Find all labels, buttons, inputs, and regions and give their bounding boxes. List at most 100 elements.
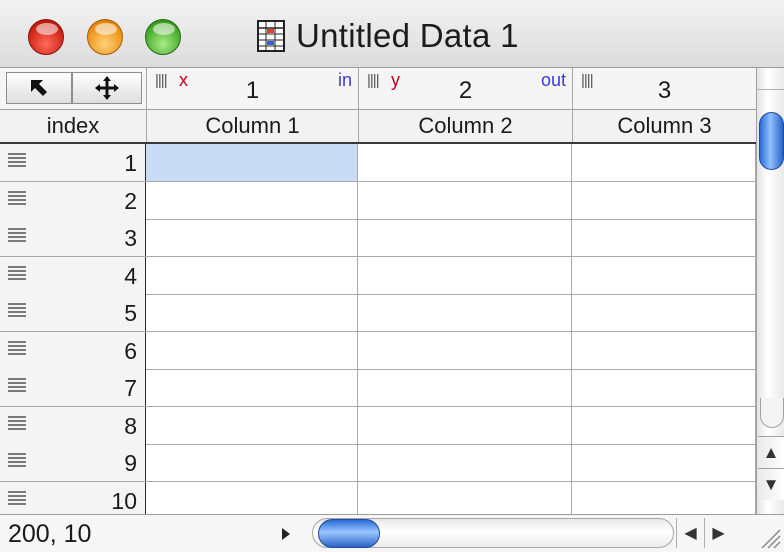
- data-cell[interactable]: [572, 481, 756, 514]
- window-title-group: Untitled Data 1: [256, 16, 519, 56]
- data-cell[interactable]: [572, 219, 756, 256]
- move-arrows-icon: [95, 76, 119, 100]
- row-index-cell[interactable]: 2: [0, 181, 146, 219]
- data-cell[interactable]: [572, 181, 756, 219]
- close-button[interactable]: [28, 19, 64, 55]
- data-cell[interactable]: [358, 256, 572, 294]
- row-index-number: 8: [124, 412, 137, 439]
- data-cell[interactable]: [146, 481, 358, 514]
- data-cell[interactable]: [572, 406, 756, 444]
- coordinates-menu-arrow-icon[interactable]: [282, 528, 290, 540]
- column-1-title[interactable]: Column 1: [146, 110, 358, 142]
- data-cell[interactable]: [146, 294, 358, 331]
- scroll-up-arrow-icon[interactable]: ▲: [758, 436, 784, 468]
- column-3-title[interactable]: Column 3: [572, 110, 756, 142]
- row-index-number: 2: [124, 187, 137, 214]
- cursor-coordinates: 200, 10: [8, 520, 92, 548]
- move-tool-button[interactable]: [72, 72, 142, 104]
- select-tool-button[interactable]: [6, 72, 72, 104]
- vertical-scroll-thumb[interactable]: [759, 112, 784, 170]
- table-row: 4: [0, 256, 756, 295]
- data-cell[interactable]: [146, 256, 358, 294]
- data-cell[interactable]: [572, 256, 756, 294]
- data-cell[interactable]: [572, 369, 756, 406]
- column-1-number-header[interactable]: |||| x 1 in: [146, 68, 358, 110]
- row-index-cell[interactable]: 7: [0, 369, 146, 406]
- data-cell[interactable]: [358, 219, 572, 256]
- column-3-number-header[interactable]: |||| 3: [572, 68, 756, 110]
- row-index-number: 10: [111, 487, 137, 514]
- row-index-cell[interactable]: 4: [0, 256, 146, 294]
- row-index-cell[interactable]: 10: [0, 481, 146, 514]
- row-index-number: 7: [124, 375, 137, 401]
- selected-data-cell[interactable]: [146, 144, 358, 181]
- table-row: 9: [0, 444, 756, 482]
- row-grip-icon[interactable]: [8, 415, 26, 432]
- table-row: 5: [0, 294, 756, 332]
- zoom-button[interactable]: [145, 19, 181, 55]
- row-grip-icon[interactable]: [8, 190, 26, 207]
- column-number: 1: [245, 77, 260, 104]
- row-grip-icon[interactable]: [8, 228, 26, 244]
- row-grip-icon[interactable]: [8, 340, 26, 357]
- row-index-number: 5: [124, 300, 137, 326]
- row-grip-icon[interactable]: [8, 153, 26, 169]
- column-2-number-header[interactable]: |||| y 2 out: [358, 68, 572, 110]
- data-cell[interactable]: [146, 219, 358, 256]
- minimize-button[interactable]: [87, 19, 123, 55]
- data-cell[interactable]: [358, 406, 572, 444]
- row-index-cell[interactable]: 1: [0, 144, 146, 181]
- row-index-number: 1: [124, 150, 137, 176]
- data-cell[interactable]: [146, 444, 358, 481]
- data-cell[interactable]: [358, 481, 572, 514]
- window-title: Untitled Data 1: [296, 17, 519, 54]
- row-grip-icon[interactable]: [8, 490, 26, 507]
- row-index-cell[interactable]: 8: [0, 406, 146, 444]
- row-index-cell[interactable]: 5: [0, 294, 146, 331]
- row-index-number: 4: [124, 262, 137, 289]
- data-grid: 1 2 3 4 5 6 7 8 9 10: [0, 144, 756, 514]
- horizontal-scroll-thumb[interactable]: [318, 519, 380, 548]
- table-row: 3: [0, 219, 756, 257]
- row-grip-icon[interactable]: [8, 303, 26, 319]
- row-index-cell[interactable]: 9: [0, 444, 146, 481]
- data-cell[interactable]: [358, 331, 572, 369]
- data-cell[interactable]: [146, 369, 358, 406]
- data-cell[interactable]: [146, 331, 358, 369]
- column-number: 3: [657, 77, 672, 104]
- table-row: 2: [0, 181, 756, 220]
- data-cell[interactable]: [572, 294, 756, 331]
- row-grip-icon[interactable]: [8, 265, 26, 282]
- table-row: 6: [0, 331, 756, 370]
- row-grip-icon[interactable]: [8, 378, 26, 394]
- table-row: 1: [0, 144, 756, 182]
- data-cell[interactable]: [146, 181, 358, 219]
- row-index-number: 6: [124, 337, 137, 364]
- index-column-header[interactable]: index: [0, 110, 146, 142]
- table-row: 7: [0, 369, 756, 407]
- row-grip-icon[interactable]: [8, 453, 26, 469]
- scroll-down-arrow-icon[interactable]: ▼: [758, 468, 784, 500]
- column-2-title[interactable]: Column 2: [358, 110, 572, 142]
- data-cell[interactable]: [358, 181, 572, 219]
- row-index-cell[interactable]: 3: [0, 219, 146, 256]
- row-index-cell[interactable]: 6: [0, 331, 146, 369]
- scroll-left-arrow-icon[interactable]: ◀: [676, 518, 704, 548]
- data-cell[interactable]: [358, 294, 572, 331]
- data-document-icon: [257, 20, 285, 52]
- data-cell[interactable]: [572, 331, 756, 369]
- data-cell[interactable]: [572, 444, 756, 481]
- scroll-right-arrow-icon[interactable]: ▶: [704, 518, 732, 548]
- table-row: 10: [0, 481, 756, 514]
- row-index-number: 3: [124, 225, 137, 251]
- resize-grip-icon[interactable]: [756, 524, 782, 550]
- data-cell[interactable]: [358, 444, 572, 481]
- column-role-out: out: [540, 70, 566, 90]
- data-cell[interactable]: [572, 144, 756, 181]
- arrow-up-left-icon: [31, 80, 47, 96]
- data-cell[interactable]: [358, 369, 572, 406]
- column-role-in: in: [337, 70, 352, 90]
- data-cell[interactable]: [358, 144, 572, 181]
- table-row: 8: [0, 406, 756, 445]
- data-cell[interactable]: [146, 406, 358, 444]
